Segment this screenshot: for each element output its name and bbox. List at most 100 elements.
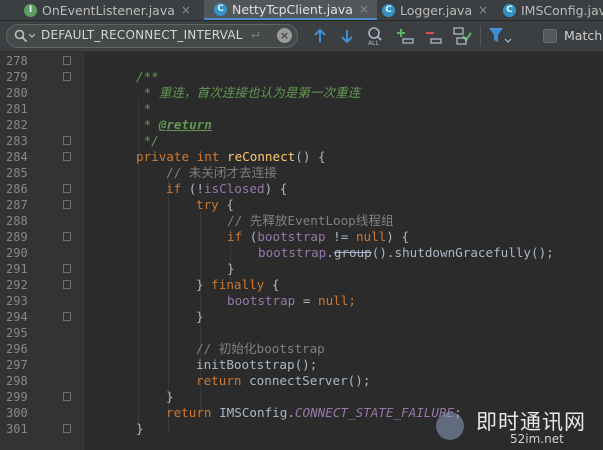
- code-line: 291 }: [0, 261, 603, 277]
- fold-marker-icon[interactable]: [63, 136, 71, 145]
- code-text: .: [326, 245, 334, 260]
- tab-label: OnEventListener.java: [42, 2, 175, 18]
- line-number: 292: [6, 278, 28, 292]
- close-tab-icon[interactable]: ×: [359, 2, 369, 16]
- keyword: if: [166, 181, 182, 196]
- history-dropdown-icon[interactable]: [29, 34, 35, 38]
- class-icon: C: [214, 2, 227, 16]
- code-text: }: [227, 261, 235, 276]
- fold-marker-icon[interactable]: [63, 200, 71, 209]
- code-editor[interactable]: 278 279 /** 280 * 重连，首次连接也认为是第一次重连 281 *…: [0, 52, 603, 450]
- remove-occurrence-button[interactable]: [424, 26, 444, 46]
- code-line: 299 }: [0, 389, 603, 405]
- tab-label: IMSConfig.java: [521, 2, 603, 18]
- arrow-down-icon: [341, 30, 353, 43]
- try-statement: try {: [196, 197, 234, 213]
- filter-icon: [489, 28, 512, 43]
- fold-marker-icon[interactable]: [63, 280, 71, 289]
- code-line: 292 } finally {: [0, 277, 603, 293]
- field-reference: bootstrap: [258, 245, 327, 260]
- fold-marker-icon[interactable]: [63, 424, 71, 433]
- line-number: 301: [6, 422, 28, 436]
- add-occurrence-button[interactable]: [396, 26, 416, 46]
- fold-marker-icon[interactable]: [63, 312, 71, 321]
- code-line: 290 bootstrap.group().shutdownGracefully…: [0, 245, 603, 261]
- code-line: 286 if (!isClosed) {: [0, 181, 603, 197]
- clear-search-icon[interactable]: ×: [277, 28, 292, 43]
- code-text: ().shutdownGracefully();: [371, 245, 554, 260]
- javadoc-text: */: [136, 133, 159, 148]
- line-number: 299: [6, 390, 28, 404]
- code-line: 281 *: [0, 101, 603, 117]
- javadoc-tag: @return: [158, 117, 212, 132]
- line-comment: // 未关闭才去连接: [166, 165, 277, 180]
- line-number: 287: [6, 198, 28, 212]
- line-number: 278: [6, 54, 28, 68]
- tab-nettytcpclient[interactable]: C NettyTcpClient.java ×: [204, 0, 377, 20]
- fold-marker-icon[interactable]: [63, 392, 71, 401]
- javadoc-text: *: [136, 101, 152, 116]
- line-number: 298: [6, 374, 28, 388]
- code-line: 285 // 未关闭才去连接: [0, 165, 603, 181]
- line-number: 285: [6, 166, 28, 180]
- close-tab-icon[interactable]: ×: [478, 3, 488, 17]
- search-icon: [14, 29, 28, 43]
- class-icon: C: [503, 3, 516, 17]
- previous-occurrence-button[interactable]: [312, 26, 328, 46]
- next-occurrence-button[interactable]: [339, 26, 355, 46]
- fold-marker-icon[interactable]: [63, 232, 71, 241]
- fold-marker-icon[interactable]: [63, 184, 71, 193]
- find-toolbar: DEFAULT_RECONNECT_INTERVAL ↵ × ALL Match: [0, 21, 603, 52]
- finally-block: } finally {: [196, 277, 279, 293]
- code-text: IMSConfig.: [211, 405, 295, 420]
- search-input[interactable]: DEFAULT_RECONNECT_INTERVAL ↵ ×: [6, 24, 298, 48]
- fold-marker-icon[interactable]: [63, 264, 71, 273]
- line-number: 294: [6, 310, 28, 324]
- keyword: return: [166, 405, 212, 420]
- method-declaration: private int reConnect() {: [136, 149, 326, 165]
- fold-marker-icon[interactable]: [63, 152, 71, 161]
- line-number: 284: [6, 150, 28, 164]
- code-line: 282 * @return: [0, 117, 603, 133]
- tab-oneventlistener[interactable]: I OnEventListener.java ×: [24, 0, 191, 20]
- code-line: 283 */: [0, 133, 603, 149]
- line-number: 286: [6, 182, 28, 196]
- if-statement: if (bootstrap != null) {: [227, 229, 409, 245]
- deprecated-method: group: [333, 245, 372, 260]
- code-line: 295: [0, 325, 603, 341]
- return-statement: return IMSConfig.CONNECT_STATE_FAILURE;: [166, 405, 462, 421]
- tab-imsconfig[interactable]: C IMSConfig.java: [503, 0, 603, 20]
- keyword: null: [355, 229, 387, 244]
- code-text: () {: [295, 149, 326, 164]
- toolbar-separator: [480, 26, 481, 46]
- field-reference: bootstrap: [227, 293, 296, 308]
- editor-tab-bar: I OnEventListener.java × C NettyTcpClien…: [0, 0, 603, 21]
- line-number: 283: [6, 134, 28, 148]
- code-line: 294 }: [0, 309, 603, 325]
- fold-marker-icon[interactable]: [63, 72, 71, 81]
- find-all-button[interactable]: ALL: [364, 26, 386, 46]
- new-line-icon[interactable]: ↵: [251, 26, 259, 42]
- tab-logger[interactable]: C Logger.java ×: [382, 0, 488, 20]
- select-all-occurrences-icon: [453, 27, 472, 45]
- method-call: initBootstrap();: [196, 357, 318, 372]
- code-text: ) {: [386, 229, 410, 244]
- keyword: int: [196, 149, 220, 164]
- filter-button[interactable]: [487, 26, 513, 46]
- method-name: reConnect: [227, 149, 296, 164]
- code-line: 284 private int reConnect() {: [0, 149, 603, 165]
- line-number: 281: [6, 102, 28, 116]
- code-text: ;: [348, 293, 356, 308]
- keyword: finally: [211, 277, 265, 292]
- match-case-checkbox[interactable]: [543, 29, 557, 43]
- fold-marker-icon[interactable]: [63, 56, 71, 65]
- method-call: bootstrap.group().shutdownGracefully();: [258, 245, 554, 261]
- select-all-occurrences-button[interactable]: [451, 26, 473, 46]
- site-watermark: 即时通讯网 52im.net: [432, 404, 603, 450]
- line-number: 282: [6, 118, 28, 132]
- line-comment: // 先释放EventLoop线程组: [227, 213, 394, 228]
- close-tab-icon[interactable]: ×: [181, 3, 191, 17]
- code-line: 280 * 重连，首次连接也认为是第一次重连: [0, 85, 603, 101]
- tab-label: Logger.java: [400, 2, 473, 18]
- code-line: 296 // 初始化bootstrap: [0, 341, 603, 357]
